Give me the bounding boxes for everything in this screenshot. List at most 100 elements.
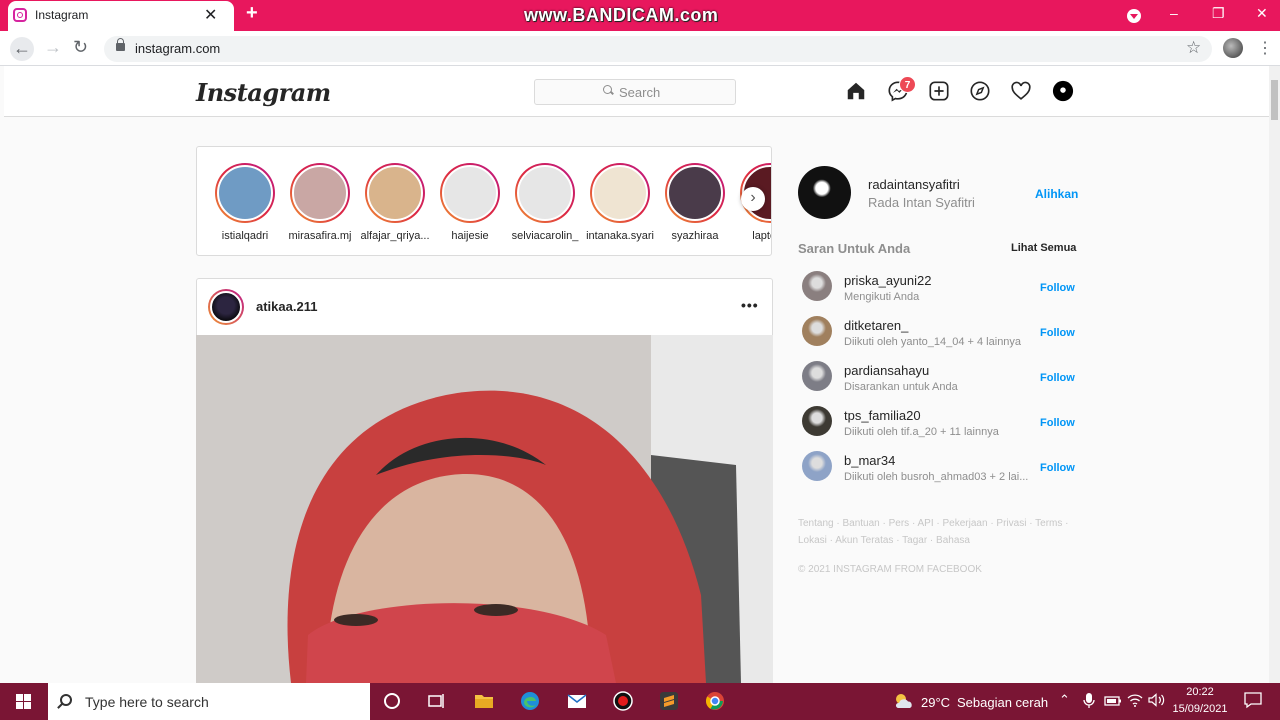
my-avatar[interactable] (798, 166, 851, 219)
home-icon[interactable] (845, 80, 867, 102)
taskbar-search-placeholder: Type here to search (85, 694, 209, 710)
follow-button[interactable]: Follow (1040, 417, 1075, 429)
weather-description[interactable]: Sebagian cerah (957, 695, 1048, 710)
story-avatar[interactable] (667, 165, 723, 221)
taskbar-search-icon (60, 694, 72, 706)
suggestion-avatar[interactable] (802, 451, 832, 481)
task-view-icon[interactable] (426, 690, 448, 712)
battery-icon[interactable] (1104, 694, 1122, 708)
volume-icon[interactable] (1148, 693, 1166, 707)
suggestion-avatar[interactable] (802, 406, 832, 436)
story-item[interactable]: syazhiraa (660, 163, 730, 242)
see-all-link[interactable]: Lihat Semua (1011, 242, 1076, 254)
suggestion-username[interactable]: tps_familia20 (844, 408, 921, 423)
suggestion-avatar[interactable] (802, 361, 832, 391)
story-ring[interactable] (365, 163, 425, 223)
switch-account-link[interactable]: Alihkan (1035, 187, 1078, 201)
follow-button[interactable]: Follow (1040, 462, 1075, 474)
clock-date[interactable]: 15/09/2021 (1168, 703, 1232, 715)
tab-search-dropdown-icon[interactable] (1127, 9, 1141, 23)
story-ring[interactable] (215, 163, 275, 223)
suggestion-username[interactable]: pardiansahayu (844, 363, 929, 378)
bookmark-star-icon[interactable]: ☆ (1186, 38, 1201, 58)
story-ring[interactable] (440, 163, 500, 223)
instagram-logo[interactable]: Instagram (196, 78, 331, 107)
recorder-watermark: www.BANDICAM.com (524, 5, 719, 25)
heart-icon[interactable] (1010, 80, 1032, 102)
address-bar[interactable] (104, 36, 1212, 62)
post-photo[interactable] (196, 335, 773, 683)
close-window-button[interactable]: ✕ (1256, 5, 1268, 22)
minimize-button[interactable]: – (1170, 5, 1178, 21)
story-avatar[interactable] (292, 165, 348, 221)
sublime-text-icon[interactable] (658, 690, 680, 712)
stories-next-icon[interactable]: › (741, 187, 765, 211)
story-avatar[interactable] (217, 165, 273, 221)
story-avatar[interactable] (592, 165, 648, 221)
post-author-username[interactable]: atikaa.211 (256, 299, 317, 314)
my-full-name: Rada Intan Syafitri (868, 195, 975, 210)
suggestion-reason: Disarankan untuk Anda (844, 381, 958, 393)
windows-start-icon[interactable] (0, 683, 47, 720)
story-avatar[interactable] (517, 165, 573, 221)
story-username: alfajar_qriya... (360, 230, 430, 242)
story-ring[interactable] (665, 163, 725, 223)
story-ring[interactable] (590, 163, 650, 223)
reload-icon[interactable]: ↻ (73, 37, 88, 58)
story-ring[interactable] (515, 163, 575, 223)
follow-button[interactable]: Follow (1040, 327, 1075, 339)
explore-icon[interactable] (969, 80, 991, 102)
bandicam-icon[interactable] (612, 690, 634, 712)
post-options-icon[interactable]: ••• (741, 297, 759, 313)
maximize-button[interactable]: ❐ (1212, 5, 1225, 22)
suggestion-username[interactable]: b_mar34 (844, 453, 895, 468)
lock-icon[interactable] (116, 38, 125, 51)
page-scrollbar[interactable] (1269, 66, 1280, 683)
search-icon (603, 85, 612, 94)
weather-temperature[interactable]: 29°C (921, 695, 950, 710)
story-username: syazhiraa (671, 230, 719, 242)
story-username: laptops (752, 230, 771, 242)
mail-icon[interactable] (566, 690, 588, 712)
footer-links[interactable]: Tentang · Bantuan · Pers · API · Pekerja… (798, 515, 1088, 549)
story-avatar[interactable] (442, 165, 498, 221)
new-tab-button[interactable]: + (246, 2, 258, 25)
suggestion-username[interactable]: ditketaren_ (844, 318, 908, 333)
new-post-icon[interactable] (928, 80, 950, 102)
story-avatar[interactable] (367, 165, 423, 221)
browser-profile-avatar[interactable] (1223, 38, 1243, 58)
my-username[interactable]: radaintansyafitri (868, 177, 960, 192)
chevron-up-icon[interactable]: ⌃ (1059, 692, 1070, 708)
story-ring[interactable] (290, 163, 350, 223)
suggestion-reason: Diikuti oleh busroh_ahmad03 + 2 lai... (844, 471, 1029, 483)
cortana-icon[interactable] (381, 690, 403, 712)
scrollbar-thumb[interactable] (1271, 80, 1278, 120)
forward-arrow-icon[interactable]: → (44, 37, 62, 58)
story-item[interactable]: haijesie (435, 163, 505, 242)
post-author-avatar[interactable] (208, 289, 244, 325)
story-item[interactable]: intanaka.syari (585, 163, 655, 242)
file-explorer-icon[interactable] (473, 690, 495, 712)
suggestion-avatar[interactable] (802, 271, 832, 301)
url-text[interactable]: instagram.com (135, 41, 220, 56)
story-item[interactable]: mirasafira.mj (285, 163, 355, 242)
follow-button[interactable]: Follow (1040, 282, 1075, 294)
suggestion-avatar[interactable] (802, 316, 832, 346)
edge-icon[interactable] (519, 690, 541, 712)
suggestion-username[interactable]: priska_ayuni22 (844, 273, 931, 288)
story-item[interactable]: istialqadri (210, 163, 280, 242)
browser-menu-icon[interactable]: ⋮ (1257, 38, 1273, 58)
story-item[interactable]: alfajar_qriya... (360, 163, 430, 242)
story-item[interactable]: selviacarolin_ (510, 163, 580, 242)
profile-avatar-icon[interactable] (1052, 80, 1074, 102)
back-arrow-icon[interactable]: ← (10, 37, 34, 61)
notification-center-icon[interactable] (1243, 691, 1263, 709)
clock-time[interactable]: 20:22 (1180, 686, 1220, 698)
chrome-icon[interactable] (704, 690, 726, 712)
weather-sun-cloud-icon[interactable] (892, 690, 914, 712)
follow-button[interactable]: Follow (1040, 372, 1075, 384)
wifi-icon[interactable] (1127, 693, 1143, 707)
tab-close-icon[interactable]: ✕ (204, 5, 217, 25)
instagram-favicon-icon (13, 8, 27, 22)
microphone-icon[interactable] (1082, 692, 1096, 710)
